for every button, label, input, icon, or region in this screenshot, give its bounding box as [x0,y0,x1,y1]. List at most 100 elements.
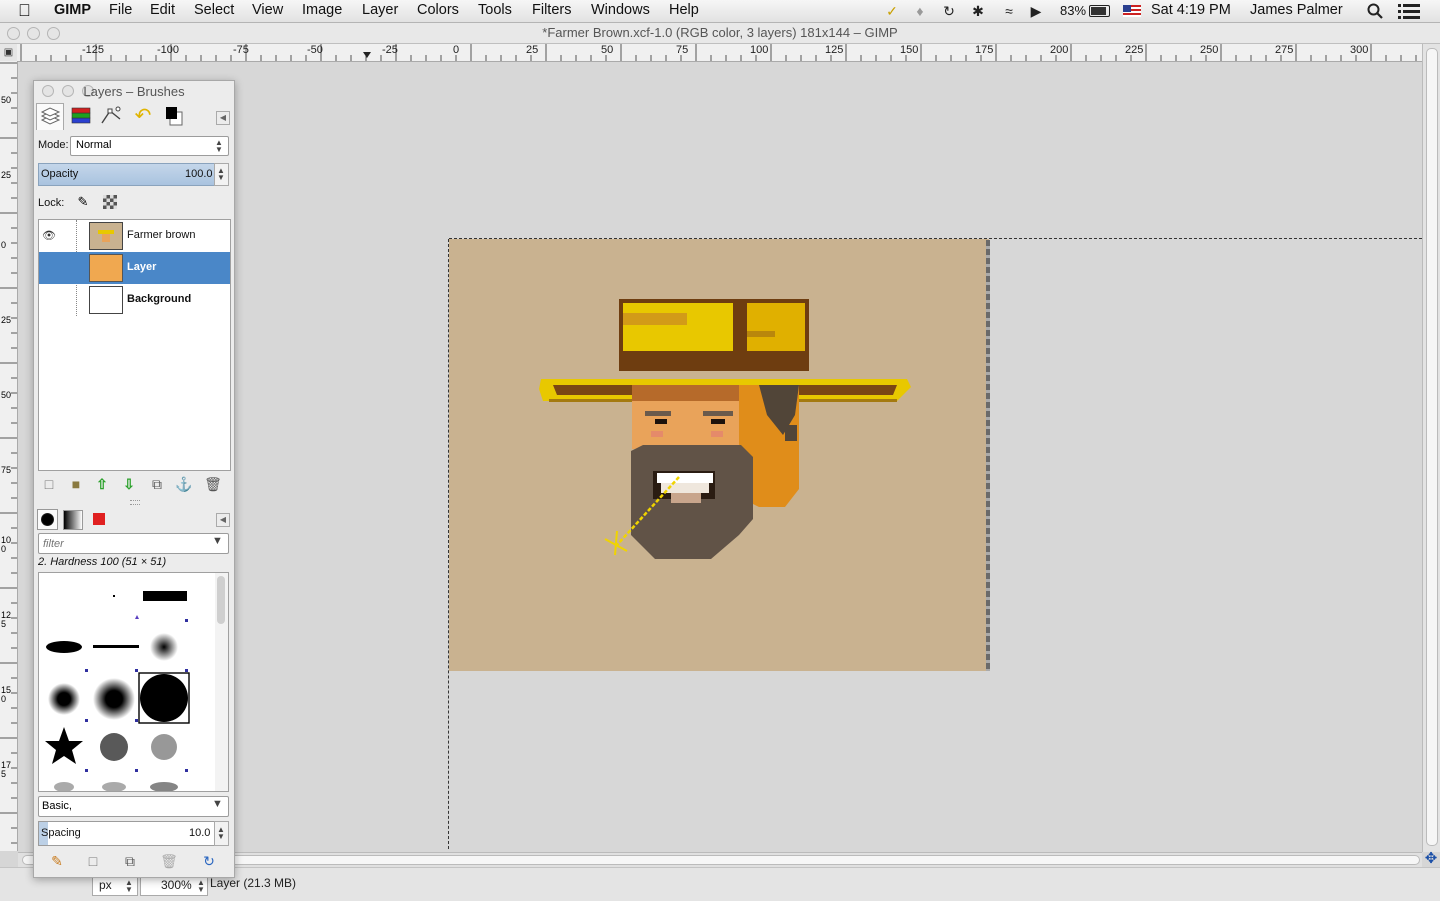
ruler-label: 175 [1,760,12,779]
dropdown-arrow-icon[interactable]: ▼ [212,798,223,810]
ruler-label: 150 [1,685,12,704]
delete-brush-icon[interactable]: 🗑 [159,851,179,871]
paths-icon [101,106,121,124]
layer-row-background[interactable]: Background [39,284,230,316]
pane-resize-handle[interactable] [130,500,140,505]
opacity-slider[interactable]: Opacity 100.0 [38,163,215,186]
menu-view[interactable]: View [252,2,283,18]
app-menu[interactable]: GIMP [54,2,91,18]
layer-row-layer[interactable]: Layer [39,252,230,284]
ruler-label: 25 [526,44,539,56]
apple-logo-icon[interactable]:  [18,1,31,21]
menu-help[interactable]: Help [669,2,699,18]
horizontal-ruler[interactable]: -125 -100 -75 -50 -25 0 25 50 75 100 125… [17,44,1422,62]
brush-scrollbar[interactable] [215,572,229,792]
brush-scroll-thumb[interactable] [217,576,225,624]
menu-edit[interactable]: Edit [150,2,175,18]
layer-name[interactable]: Farmer brown [127,229,195,241]
layer-name[interactable]: Layer [127,261,156,273]
notification-bell-icon[interactable]: ♦ [910,0,930,22]
lock-pixels-brush-icon[interactable]: ✎ [74,193,92,211]
visibility-eye-icon[interactable]: 👁 [42,229,56,242]
new-layer-icon[interactable]: □ [39,474,59,494]
pattern-icon [93,513,105,525]
mode-label: Mode: [38,139,69,151]
notification-center-icon[interactable] [1398,3,1420,19]
tab-layers[interactable] [36,103,64,130]
time-machine-icon[interactable]: ↻ [938,0,960,22]
brush-tag-combo[interactable]: Basic, ▼ [38,796,229,817]
unit-value: px [99,878,112,892]
menu-colors[interactable]: Colors [417,2,459,18]
anchor-layer-icon[interactable]: ⚓ [174,474,194,494]
quick-mask-toggle-icon[interactable]: ▣ [0,44,18,62]
menu-image[interactable]: Image [302,2,342,18]
menu-windows[interactable]: Windows [591,2,650,18]
navigate-icon[interactable]: ✥ [1423,851,1439,867]
image-canvas[interactable] [449,239,989,671]
new-brush-icon[interactable]: □ [83,851,103,871]
brush-grid[interactable] [38,572,217,792]
spacing-label: Spacing [41,827,81,839]
tab-gradients[interactable] [63,510,83,530]
window-titlebar[interactable]: *Farmer Brown.xcf-1.0 (RGB color, 3 laye… [0,23,1440,44]
dock-title: Layers – Brushes [83,84,185,99]
user-name[interactable]: James Palmer [1250,2,1343,18]
duplicate-layer-icon[interactable]: ⧉ [147,474,167,494]
mode-select[interactable]: Normal ▲ ▼ [70,136,229,156]
window-title: *Farmer Brown.xcf-1.0 (RGB color, 3 laye… [542,25,898,40]
lock-alpha-checker-icon[interactable] [103,195,117,209]
lock-label: Lock: [38,197,65,209]
duplicate-brush-icon[interactable]: ⧉ [120,851,140,871]
opacity-spinner[interactable]: ▲ ▼ [214,163,229,186]
tab-channels[interactable] [68,103,94,129]
menu-filters[interactable]: Filters [532,2,571,18]
menu-file[interactable]: File [109,2,132,18]
layer-row-farmer-brown[interactable]: 👁 Farmer brown [39,220,230,252]
volume-icon[interactable]: ▶ [1026,0,1046,22]
tab-undo-history[interactable]: ↶ [130,103,156,129]
us-flag-input-icon[interactable] [1123,5,1141,17]
wifi-icon[interactable]: ≈ [997,0,1021,22]
new-layer-group-icon[interactable]: ■ [66,474,86,494]
unit-select[interactable]: px ▲ ▼ [92,876,138,896]
layers-brushes-dock[interactable]: Layers – Brushes ↶ ◀ Mode: Normal ▲ ▼ Op… [33,80,235,878]
vertical-ruler[interactable]: 50 25 0 25 50 75 100 125 150 175 [0,61,18,851]
layer-name[interactable]: Background [127,293,191,305]
configure-brushes-tab-icon[interactable]: ◀ [216,513,230,527]
norton-check-icon[interactable]: ✓ [882,0,902,22]
menu-select[interactable]: Select [194,2,234,18]
spotlight-search-icon[interactable] [1367,3,1383,19]
tab-brushes[interactable] [37,509,58,530]
vertical-scrollbar[interactable] [1422,44,1440,852]
dock-titlebar[interactable]: Layers – Brushes [34,81,234,102]
tab-colors[interactable] [160,103,186,129]
menu-tools[interactable]: Tools [478,2,512,18]
raise-layer-icon[interactable]: ⇧ [92,474,112,494]
battery-icon[interactable] [1089,5,1110,17]
layer-boundary-left [448,239,449,849]
ruler-label: 125 [825,44,844,56]
brush-filter-input[interactable] [41,535,205,552]
ruler-label: 25 [1,315,12,325]
lower-layer-icon[interactable]: ⇩ [119,474,139,494]
ruler-label: 75 [1,465,12,475]
tab-paths[interactable] [98,103,124,129]
bluetooth-icon[interactable]: ✱ [968,0,988,22]
spacing-slider[interactable]: Spacing 10.0 [38,821,215,846]
edit-brush-icon[interactable]: ✎ [47,851,67,871]
zoom-select[interactable]: 300% ▲ ▼ [140,876,208,896]
clock[interactable]: Sat 4:19 PM [1151,2,1231,18]
dropdown-arrow-icon[interactable]: ▼ [212,535,223,547]
tab-patterns[interactable] [91,511,107,527]
vertical-scroll-thumb[interactable] [1426,48,1438,846]
menu-layer[interactable]: Layer [362,2,398,18]
brush-filter-combo[interactable]: ▼ [38,533,229,554]
undo-history-icon: ↶ [134,105,152,127]
configure-tab-icon[interactable]: ◀ [216,111,230,125]
spacing-spinner[interactable]: ▲ ▼ [214,821,229,846]
layer-list[interactable]: 👁 Farmer brown Layer Background [38,219,231,471]
delete-layer-icon[interactable]: 🗑 [203,474,223,494]
refresh-brushes-icon[interactable]: ↻ [199,851,219,871]
opacity-value: 100.0 [185,168,213,180]
